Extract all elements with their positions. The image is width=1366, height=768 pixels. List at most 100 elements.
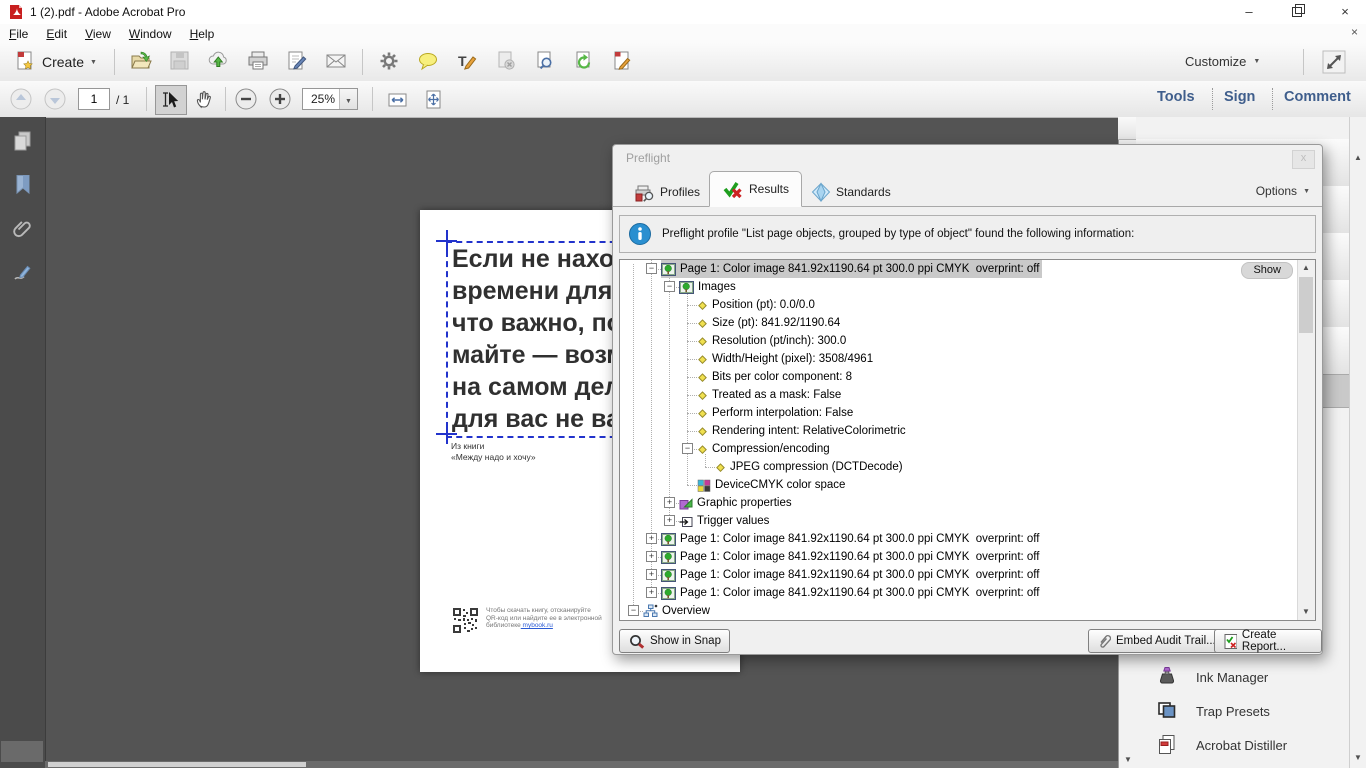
collapse-icon[interactable]: − <box>682 443 693 454</box>
next-page-button[interactable] <box>42 86 68 115</box>
tree-item-label[interactable]: Treated as a mask: False <box>710 389 843 401</box>
select-tool-button[interactable] <box>155 85 187 115</box>
tree-item[interactable]: Size (pt): 841.92/1190.64 <box>697 314 842 332</box>
tree-item[interactable]: Page 1: Color image 841.92x1190.64 pt 30… <box>661 530 1042 548</box>
tree-item[interactable]: Page 1: Color image 841.92x1190.64 pt 30… <box>661 260 1042 278</box>
tree-item[interactable]: Page 1: Color image 841.92x1190.64 pt 30… <box>661 584 1042 602</box>
tree-item-label[interactable]: Bits per color component: 8 <box>710 371 854 383</box>
delete-page-button[interactable] <box>493 49 519 75</box>
tree-item-label[interactable]: Rendering intent: RelativeColorimetric <box>710 425 908 437</box>
tab-standards[interactable]: Standards <box>799 177 903 207</box>
minimize-button[interactable]: – <box>1232 0 1266 24</box>
tree-scroll-up-icon[interactable]: ▲ <box>1298 260 1314 276</box>
tools-pane-button[interactable]: Tools <box>1157 89 1195 105</box>
tree-item-label[interactable]: Perform interpolation: False <box>710 407 855 419</box>
panel-item-trap-presets[interactable]: Trap Presets <box>1136 694 1349 728</box>
tab-profiles[interactable]: Profiles <box>623 177 712 207</box>
panel-item-ink-manager[interactable]: Ink Manager <box>1136 660 1349 694</box>
tree-item[interactable]: Perform interpolation: False <box>697 404 855 422</box>
menu-help[interactable]: Help <box>181 27 224 41</box>
expand-icon[interactable]: + <box>646 569 657 580</box>
panel-scrollbar[interactable]: ▲ ▼ <box>1349 117 1366 768</box>
horizontal-scrollbar[interactable] <box>45 761 1118 768</box>
tree-item-label[interactable]: Images <box>696 281 738 293</box>
close-document-icon[interactable]: × <box>1351 25 1358 39</box>
create-report-button[interactable]: Create Report... <box>1214 629 1322 653</box>
restore-button[interactable] <box>1280 0 1314 24</box>
fullscreen-toggle-button[interactable] <box>1322 50 1346 77</box>
tree-item-label[interactable]: Position (pt): 0.0/0.0 <box>710 299 817 311</box>
open-file-button[interactable] <box>128 49 154 75</box>
tree-item[interactable]: Page 1: Color image 841.92x1190.64 pt 30… <box>661 566 1042 584</box>
comment-bubble-button[interactable] <box>415 49 441 75</box>
panel-scroll-down-icon[interactable]: ▼ <box>1350 750 1366 766</box>
create-button[interactable]: Create ▼ <box>10 48 101 77</box>
menu-file[interactable]: File <box>0 27 37 41</box>
tree-scroll-down-icon[interactable]: ▼ <box>1298 604 1314 620</box>
tree-item[interactable]: Rendering intent: RelativeColorimetric <box>697 422 908 440</box>
tree-item[interactable]: Trigger values <box>679 512 771 530</box>
tree-item-label[interactable]: Graphic properties <box>695 497 794 509</box>
tree-item[interactable]: DeviceCMYK color space <box>697 476 847 494</box>
edit-text-button[interactable]: T <box>454 49 480 75</box>
previous-page-button[interactable] <box>8 86 34 115</box>
comment-pane-button[interactable]: Comment <box>1284 89 1351 105</box>
zoom-dropdown-icon[interactable]: ▼ <box>339 89 357 109</box>
tree-item[interactable]: Overview <box>643 602 712 620</box>
tree-item[interactable]: Treated as a mask: False <box>697 386 843 404</box>
page-thumbnails-button[interactable] <box>11 129 34 155</box>
sign-document-button[interactable] <box>284 49 310 75</box>
hand-tool-button[interactable] <box>189 85 221 115</box>
tree-item[interactable]: Width/Height (pixel): 3508/4961 <box>697 350 875 368</box>
export-page-button[interactable] <box>571 49 597 75</box>
tab-results[interactable]: Results <box>709 171 802 207</box>
sidebar-bottom-button[interactable] <box>1 741 43 762</box>
footnote-link[interactable]: mybook.ru <box>521 622 553 629</box>
customize-button[interactable]: Customize ▼ <box>1185 54 1260 69</box>
bookmarks-button[interactable] <box>11 173 34 199</box>
options-button[interactable]: Options ▼ <box>1256 184 1310 198</box>
attachments-button[interactable] <box>11 217 34 243</box>
email-button[interactable] <box>323 49 349 75</box>
tree-item-label[interactable]: Page 1: Color image 841.92x1190.64 pt 30… <box>678 533 1042 545</box>
fill-sign-button[interactable] <box>610 49 636 75</box>
panel-item-acrobat-distiller[interactable]: Acrobat Distiller <box>1136 728 1349 762</box>
show-in-snap-button[interactable]: Show in Snap <box>619 629 730 653</box>
search-document-button[interactable] <box>532 49 558 75</box>
tree-scrollbar[interactable]: ▲ ▼ <box>1297 260 1315 620</box>
tree-item-label[interactable]: Page 1: Color image 841.92x1190.64 pt 30… <box>678 551 1042 563</box>
tree-item[interactable]: Page 1: Color image 841.92x1190.64 pt 30… <box>661 548 1042 566</box>
tree-item-label[interactable]: Page 1: Color image 841.92x1190.64 pt 30… <box>678 263 1042 275</box>
panel-scroll-up-icon[interactable]: ▲ <box>1350 150 1366 166</box>
zoom-level-select[interactable]: 25% ▼ <box>302 88 358 110</box>
menu-view[interactable]: View <box>76 27 120 41</box>
show-button[interactable]: Show <box>1241 262 1293 279</box>
tree-item-label[interactable]: Resolution (pt/inch): 300.0 <box>710 335 848 347</box>
signatures-button[interactable] <box>11 261 34 287</box>
tree-item-label[interactable]: Overview <box>660 605 712 617</box>
upload-cloud-button[interactable] <box>206 49 232 75</box>
page-number-input[interactable] <box>78 88 110 110</box>
tree-item-label[interactable]: Width/Height (pixel): 3508/4961 <box>710 353 875 365</box>
tree-scrollbar-thumb[interactable] <box>1299 277 1313 333</box>
tree-item-label[interactable]: Size (pt): 841.92/1190.64 <box>710 317 842 329</box>
sign-pane-button[interactable]: Sign <box>1224 89 1255 105</box>
tree-item-label[interactable]: Page 1: Color image 841.92x1190.64 pt 30… <box>678 587 1042 599</box>
tree-item-label[interactable]: Compression/encoding <box>710 443 832 455</box>
tree-item-label[interactable]: Trigger values <box>695 515 771 527</box>
save-file-button[interactable] <box>167 49 193 75</box>
tree-item-label[interactable]: Page 1: Color image 841.92x1190.64 pt 30… <box>678 569 1042 581</box>
menu-edit[interactable]: Edit <box>37 27 76 41</box>
tree-item[interactable]: Position (pt): 0.0/0.0 <box>697 296 817 314</box>
collapse-icon[interactable]: − <box>646 263 657 274</box>
scroll-down-icon[interactable]: ▼ <box>1119 752 1137 768</box>
tree-item[interactable]: Resolution (pt/inch): 300.0 <box>697 332 848 350</box>
fit-width-button[interactable] <box>382 85 414 115</box>
settings-gear-button[interactable] <box>376 49 402 75</box>
expand-icon[interactable]: + <box>664 497 675 508</box>
tree-item[interactable]: Bits per color component: 8 <box>697 368 854 386</box>
expand-icon[interactable]: + <box>646 587 657 598</box>
print-button[interactable] <box>245 49 271 75</box>
expand-icon[interactable]: + <box>664 515 675 526</box>
tree-item[interactable]: JPEG compression (DCTDecode) <box>715 458 905 476</box>
